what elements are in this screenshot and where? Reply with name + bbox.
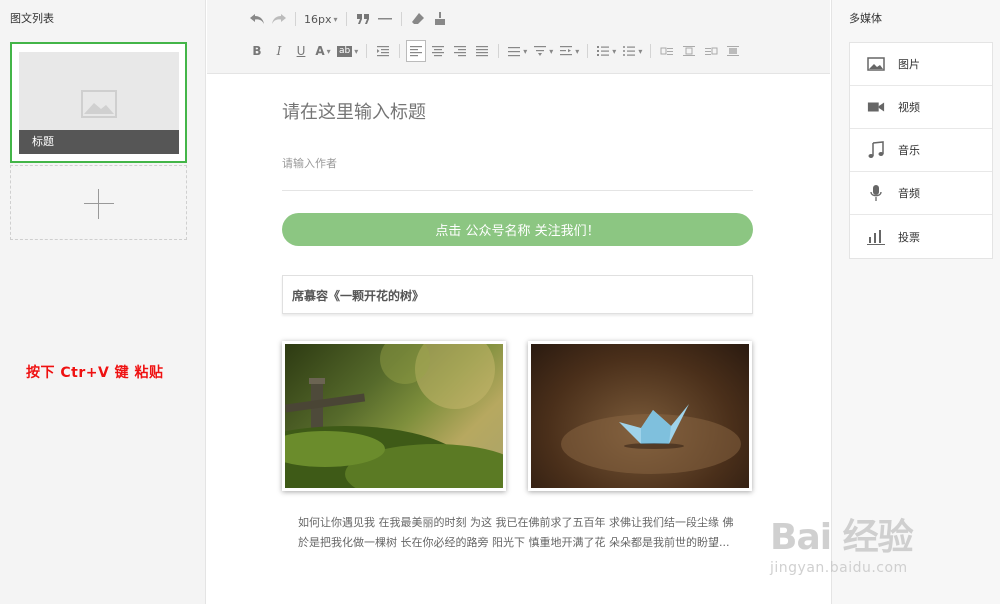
photo-fence-grass-image xyxy=(285,344,503,488)
format-brush-icon[interactable] xyxy=(430,8,450,30)
photo-paper-boat[interactable] xyxy=(528,341,752,491)
article-body-text: 如何让你遇见我 在我最美丽的时刻 为这 我已在佛前求了五百年 求佛让我们结一段尘… xyxy=(298,516,734,549)
undo-icon[interactable] xyxy=(247,8,267,30)
image-float-right-icon[interactable] xyxy=(701,40,721,62)
toolbar-separator xyxy=(399,44,401,58)
bold-icon[interactable]: B xyxy=(247,40,267,62)
photo-fence-grass[interactable] xyxy=(282,341,506,491)
photo-paper-boat-image xyxy=(531,344,749,488)
editor-page: 图文列表 标题 按下 Ctr+V 键 粘贴 16px ▾ B I U A ▾ a… xyxy=(0,0,1000,604)
article-list-panel: 图文列表 标题 按下 Ctr+V 键 粘贴 xyxy=(0,0,206,604)
toolbar-separator xyxy=(650,44,652,58)
align-right-icon[interactable] xyxy=(450,40,470,62)
unordered-list-icon[interactable] xyxy=(620,40,644,62)
image-placeholder-icon xyxy=(81,90,117,118)
article-title: 席慕容《一颗开花的树》 xyxy=(292,289,425,303)
font-size-select[interactable]: 16px xyxy=(302,8,340,30)
title-input[interactable] xyxy=(282,102,753,123)
toolbar-separator xyxy=(345,12,347,26)
watermark-main: Bai 经验 xyxy=(770,517,914,558)
plus-icon xyxy=(84,189,114,219)
line-height-icon[interactable] xyxy=(505,40,529,62)
ordered-list-icon[interactable] xyxy=(594,40,618,62)
toolbar-separator xyxy=(498,44,500,58)
media-item-music[interactable]: 音乐 xyxy=(850,129,992,172)
microphone-icon xyxy=(867,184,885,202)
multimedia-list: 图片 视频 音乐 音频 投票 xyxy=(849,42,993,259)
underline-icon[interactable]: U xyxy=(291,40,311,62)
eraser-icon[interactable] xyxy=(408,8,428,30)
watermark-sub: jingyan.baidu.com xyxy=(770,560,908,576)
align-center-icon[interactable] xyxy=(428,40,448,62)
add-article-button[interactable] xyxy=(10,165,187,240)
vote-icon xyxy=(867,228,885,246)
article-caption: 标题 xyxy=(19,130,179,154)
image-icon xyxy=(867,55,885,73)
redo-icon[interactable] xyxy=(269,8,289,30)
baidu-watermark: Bai 经验 jingyan.baidu.com xyxy=(770,498,950,588)
background-color-icon[interactable]: ab xyxy=(335,40,360,62)
align-left-icon[interactable] xyxy=(406,40,427,62)
editor-content: 请输入作者 点击 公众号名称 关注我们！ 席慕容《一颗开花的树》 xyxy=(207,75,830,604)
media-item-vote[interactable]: 投票 xyxy=(850,215,992,258)
editor-toolbar: 16px B I U A ab xyxy=(207,0,830,74)
article-card-selected[interactable]: 标题 xyxy=(10,42,187,163)
paragraph-spacing-icon[interactable] xyxy=(531,40,555,62)
music-icon xyxy=(867,141,885,159)
toolbar-row-1: 16px xyxy=(247,8,450,30)
image-float-left-icon[interactable] xyxy=(657,40,677,62)
toolbar-separator xyxy=(295,12,296,26)
multimedia-title: 多媒体 xyxy=(849,12,882,25)
letter-spacing-icon[interactable] xyxy=(557,40,581,62)
toolbar-row-2: B I U A ab xyxy=(247,40,743,62)
media-item-image[interactable]: 图片 xyxy=(850,43,992,86)
article-thumbnail: 标题 xyxy=(19,52,179,154)
toolbar-separator xyxy=(366,44,368,58)
article-list-title: 图文列表 xyxy=(10,12,54,25)
author-input[interactable]: 请输入作者 xyxy=(282,155,337,171)
article-title-block[interactable]: 席慕容《一颗开花的树》 xyxy=(282,275,753,314)
image-float-none-icon[interactable] xyxy=(679,40,699,62)
toolbar-separator xyxy=(400,12,402,26)
video-icon xyxy=(867,98,885,116)
media-item-audio[interactable]: 音频 xyxy=(850,172,992,215)
follow-us-button[interactable]: 点击 公众号名称 关注我们！ xyxy=(282,213,753,246)
italic-icon[interactable]: I xyxy=(269,40,289,62)
divider xyxy=(282,190,753,191)
font-color-icon[interactable]: A xyxy=(313,40,333,62)
align-justify-icon[interactable] xyxy=(472,40,492,62)
horizontal-rule-icon[interactable] xyxy=(375,8,395,30)
image-center-icon[interactable] xyxy=(723,40,743,62)
blockquote-icon[interactable] xyxy=(353,8,373,30)
toolbar-separator xyxy=(587,44,589,58)
paste-hint: 按下 Ctr+V 键 粘贴 xyxy=(26,365,164,381)
indent-icon[interactable] xyxy=(373,40,393,62)
media-item-video[interactable]: 视频 xyxy=(850,86,992,129)
